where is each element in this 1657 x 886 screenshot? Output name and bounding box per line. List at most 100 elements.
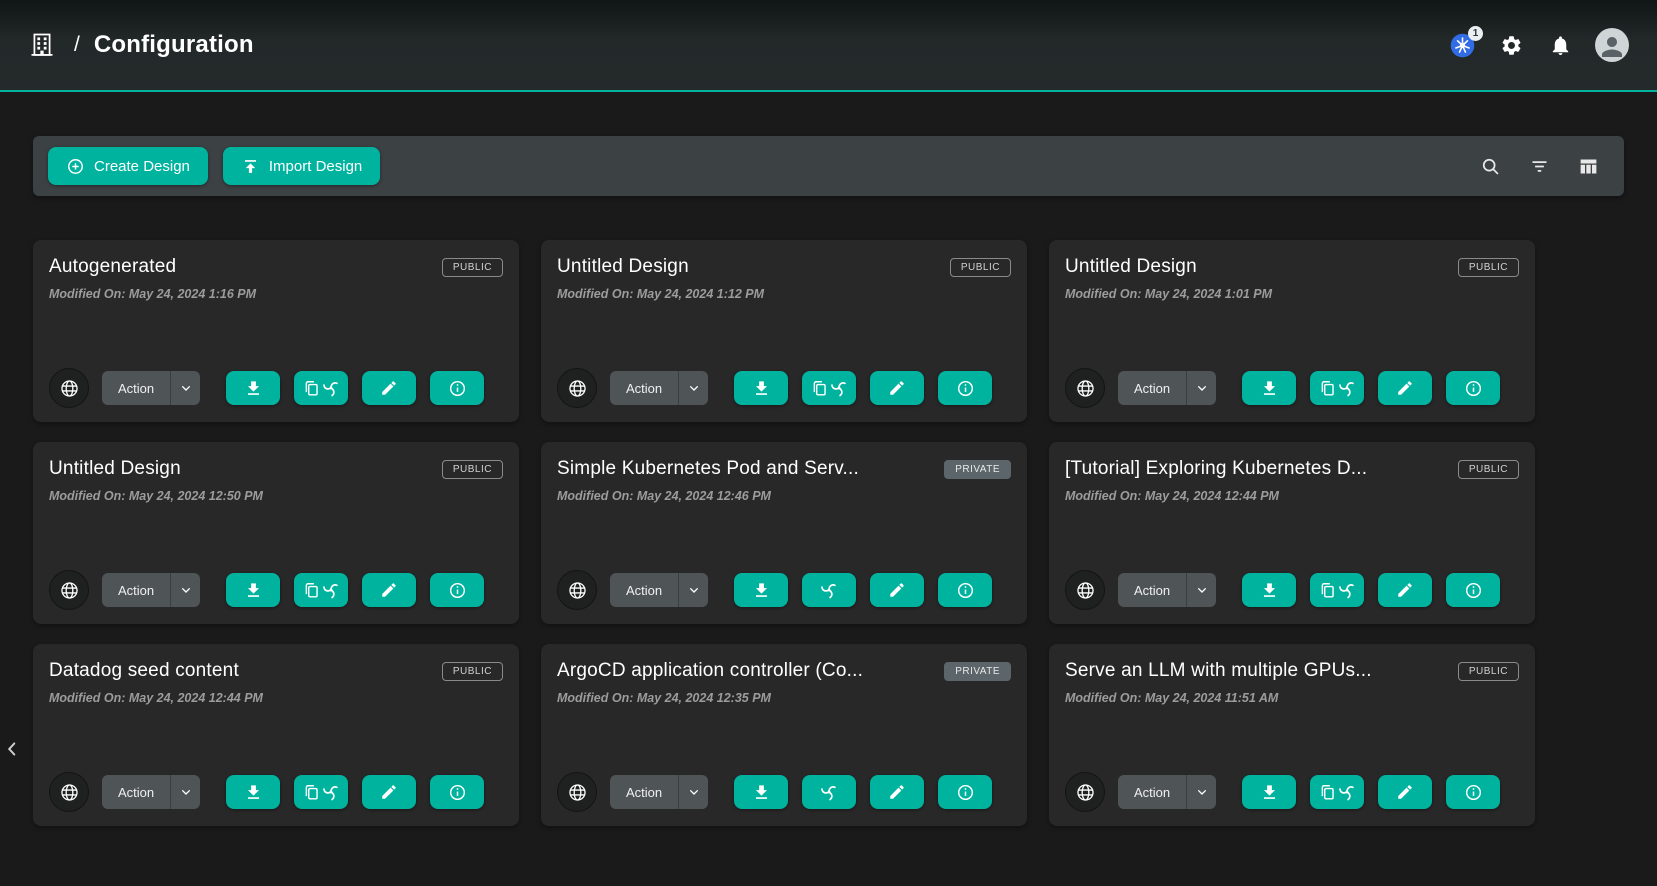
edit-button[interactable] bbox=[362, 775, 416, 809]
modified-on-text: Modified On: May 24, 2024 12:46 PM bbox=[557, 489, 1011, 503]
info-button[interactable] bbox=[1446, 775, 1500, 809]
clone-button[interactable] bbox=[802, 573, 856, 607]
action-button[interactable]: Action bbox=[102, 775, 170, 809]
info-button[interactable] bbox=[1446, 371, 1500, 405]
download-button[interactable] bbox=[734, 775, 788, 809]
info-button[interactable] bbox=[430, 371, 484, 405]
card-header: Untitled Design PUBLIC bbox=[49, 458, 503, 480]
filter-icon[interactable] bbox=[1529, 156, 1550, 177]
edit-button[interactable] bbox=[1378, 775, 1432, 809]
clone-button[interactable] bbox=[1310, 573, 1364, 607]
clone-button[interactable] bbox=[802, 371, 856, 405]
action-dropdown-button[interactable] bbox=[170, 371, 200, 405]
download-button[interactable] bbox=[226, 775, 280, 809]
edit-button[interactable] bbox=[362, 371, 416, 405]
visibility-globe-button[interactable] bbox=[49, 570, 89, 610]
info-button[interactable] bbox=[430, 573, 484, 607]
visibility-globe-button[interactable] bbox=[49, 772, 89, 812]
search-icon[interactable] bbox=[1480, 156, 1501, 177]
action-button[interactable]: Action bbox=[1118, 775, 1186, 809]
edit-button[interactable] bbox=[870, 371, 924, 405]
header-actions: 1 bbox=[1448, 28, 1629, 62]
edit-button[interactable] bbox=[362, 573, 416, 607]
design-title: ArgoCD application controller (Co... bbox=[557, 660, 863, 682]
action-button[interactable]: Action bbox=[610, 573, 678, 607]
chevron-down-icon bbox=[1194, 582, 1210, 598]
notifications-button[interactable] bbox=[1546, 31, 1574, 59]
action-dropdown-button[interactable] bbox=[678, 371, 708, 405]
download-button[interactable] bbox=[1242, 775, 1296, 809]
design-title: Untitled Design bbox=[1065, 256, 1197, 278]
info-icon bbox=[956, 783, 975, 802]
table-view-icon[interactable] bbox=[1578, 156, 1599, 177]
card-header: Autogenerated PUBLIC bbox=[49, 256, 503, 278]
download-button[interactable] bbox=[734, 371, 788, 405]
globe-icon bbox=[1075, 580, 1096, 601]
action-button[interactable]: Action bbox=[1118, 371, 1186, 405]
action-button[interactable]: Action bbox=[102, 371, 170, 405]
card-icon-buttons bbox=[734, 573, 992, 607]
action-button[interactable]: Action bbox=[610, 371, 678, 405]
edit-button[interactable] bbox=[1378, 573, 1432, 607]
download-button[interactable] bbox=[226, 371, 280, 405]
info-button[interactable] bbox=[938, 573, 992, 607]
action-split-button: Action bbox=[610, 573, 708, 607]
action-dropdown-button[interactable] bbox=[1186, 775, 1216, 809]
info-button[interactable] bbox=[938, 371, 992, 405]
modified-on-text: Modified On: May 24, 2024 12:44 PM bbox=[49, 691, 503, 705]
download-button[interactable] bbox=[1242, 573, 1296, 607]
visibility-globe-button[interactable] bbox=[557, 570, 597, 610]
action-button[interactable]: Action bbox=[1118, 573, 1186, 607]
download-button[interactable] bbox=[226, 573, 280, 607]
edit-button[interactable] bbox=[870, 573, 924, 607]
clone-button[interactable] bbox=[1310, 775, 1364, 809]
visibility-globe-button[interactable] bbox=[1065, 772, 1105, 812]
create-design-button[interactable]: Create Design bbox=[48, 147, 208, 185]
chevron-down-icon bbox=[178, 582, 194, 598]
download-button[interactable] bbox=[1242, 371, 1296, 405]
download-icon bbox=[1260, 783, 1279, 802]
card-icon-buttons bbox=[734, 775, 992, 809]
copy-icon bbox=[1318, 581, 1337, 600]
organization-building-icon[interactable] bbox=[28, 30, 58, 60]
drawer-collapse-button[interactable] bbox=[0, 735, 24, 763]
edit-button[interactable] bbox=[1378, 371, 1432, 405]
visibility-globe-button[interactable] bbox=[1065, 368, 1105, 408]
action-dropdown-button[interactable] bbox=[678, 573, 708, 607]
card-icon-buttons bbox=[226, 775, 484, 809]
action-button[interactable]: Action bbox=[610, 775, 678, 809]
clone-button[interactable] bbox=[294, 371, 348, 405]
info-button[interactable] bbox=[1446, 573, 1500, 607]
info-button[interactable] bbox=[938, 775, 992, 809]
clone-button[interactable] bbox=[294, 573, 348, 607]
pencil-icon bbox=[1396, 379, 1414, 397]
info-icon bbox=[448, 581, 467, 600]
action-dropdown-button[interactable] bbox=[678, 775, 708, 809]
clone-button[interactable] bbox=[294, 775, 348, 809]
pencil-icon bbox=[380, 581, 398, 599]
import-design-button[interactable]: Import Design bbox=[223, 147, 380, 185]
clone-button[interactable] bbox=[1310, 371, 1364, 405]
globe-icon bbox=[59, 782, 80, 803]
settings-button[interactable] bbox=[1497, 31, 1525, 59]
clone-button[interactable] bbox=[802, 775, 856, 809]
edit-button[interactable] bbox=[870, 775, 924, 809]
chevron-down-icon bbox=[178, 784, 194, 800]
user-avatar[interactable] bbox=[1595, 28, 1629, 62]
visibility-globe-button[interactable] bbox=[49, 368, 89, 408]
info-button[interactable] bbox=[430, 775, 484, 809]
action-dropdown-button[interactable] bbox=[170, 573, 200, 607]
action-split-button: Action bbox=[1118, 573, 1216, 607]
pencil-icon bbox=[888, 379, 906, 397]
visibility-globe-button[interactable] bbox=[557, 772, 597, 812]
action-dropdown-button[interactable] bbox=[1186, 371, 1216, 405]
cluster-status-button[interactable]: 1 bbox=[1448, 31, 1476, 59]
action-dropdown-button[interactable] bbox=[170, 775, 200, 809]
copy-icon bbox=[810, 379, 829, 398]
design-card: Untitled Design PUBLIC Modified On: May … bbox=[1049, 240, 1535, 422]
visibility-globe-button[interactable] bbox=[1065, 570, 1105, 610]
action-dropdown-button[interactable] bbox=[1186, 573, 1216, 607]
download-button[interactable] bbox=[734, 573, 788, 607]
action-button[interactable]: Action bbox=[102, 573, 170, 607]
visibility-globe-button[interactable] bbox=[557, 368, 597, 408]
